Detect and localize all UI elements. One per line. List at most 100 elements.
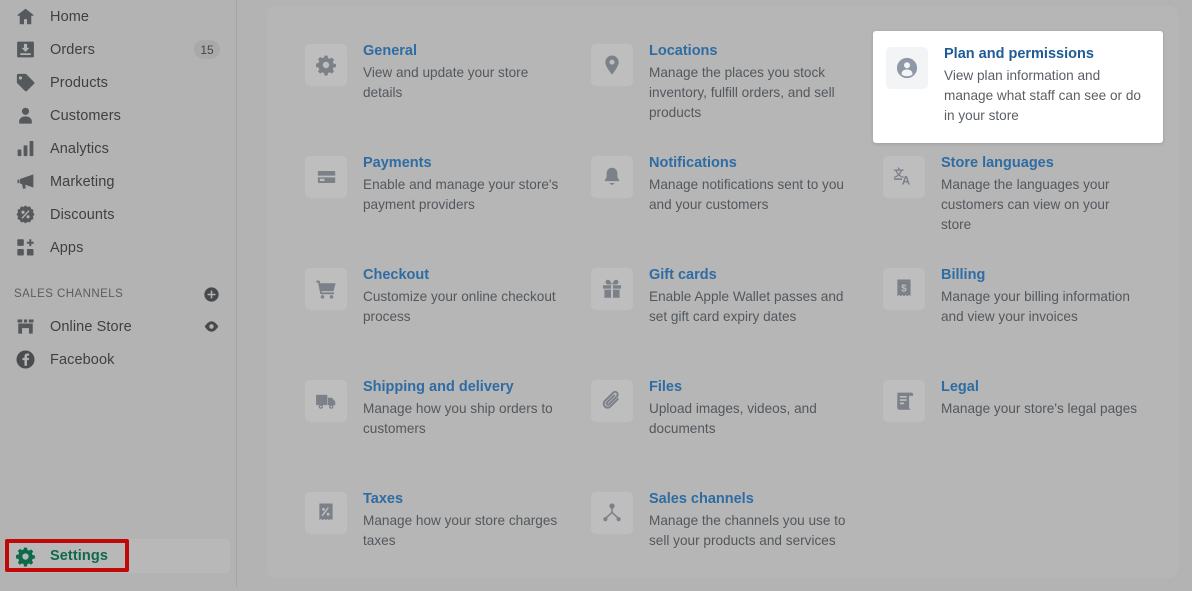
sidebar-item-apps[interactable]: Apps xyxy=(0,231,236,264)
settings-card-gift-cards[interactable]: Gift cards Enable Apple Wallet passes an… xyxy=(581,255,873,367)
card-title[interactable]: Legal xyxy=(941,379,1137,396)
card-title[interactable]: Notifications xyxy=(649,155,849,172)
discounts-icon xyxy=(14,204,36,226)
sidebar-item-label: Analytics xyxy=(50,140,109,157)
receipt-dollar-icon: $ xyxy=(883,268,925,310)
card-text: Shipping and delivery Manage how you shi… xyxy=(363,378,563,439)
card-title[interactable]: Plan and permissions xyxy=(944,46,1153,63)
card-description: Manage how your store charges taxes xyxy=(363,513,558,548)
card-text: Gift cards Enable Apple Wallet passes an… xyxy=(649,266,849,327)
card-description: Manage notifications sent to you and you… xyxy=(649,177,844,212)
card-title[interactable]: Taxes xyxy=(363,491,563,508)
card-description: View plan information and manage what st… xyxy=(944,68,1141,123)
card-title[interactable]: Files xyxy=(649,379,849,396)
sidebar-item-label: Facebook xyxy=(50,351,115,368)
card-text: Taxes Manage how your store charges taxe… xyxy=(363,490,563,551)
sales-channels-header: SALES CHANNELS xyxy=(0,278,236,310)
card-description: Enable Apple Wallet passes and set gift … xyxy=(649,289,844,324)
card-title[interactable]: Gift cards xyxy=(649,267,849,284)
card-text: Locations Manage the places you stock in… xyxy=(649,42,849,123)
sidebar-item-label: Marketing xyxy=(50,173,115,190)
person-circle-icon xyxy=(886,47,928,89)
shopping-cart-icon xyxy=(305,268,347,310)
card-title[interactable]: Payments xyxy=(363,155,563,172)
settings-card-legal[interactable]: Legal Manage your store's legal pages xyxy=(873,367,1163,479)
gear-icon xyxy=(305,44,347,86)
card-title[interactable]: Shipping and delivery xyxy=(363,379,563,396)
card-description: Manage how you ship orders to customers xyxy=(363,401,553,436)
card-text: Legal Manage your store's legal pages xyxy=(941,378,1137,419)
receipt-percent-icon xyxy=(305,492,347,534)
card-title[interactable]: Sales channels xyxy=(649,491,849,508)
eye-icon[interactable] xyxy=(202,318,220,336)
settings-card-general[interactable]: General View and update your store detai… xyxy=(295,31,581,143)
sidebar-item-discounts[interactable]: Discounts xyxy=(0,198,236,231)
settings-card-billing[interactable]: $ Billing Manage your billing informatio… xyxy=(873,255,1163,367)
sidebar-item-settings[interactable]: Settings xyxy=(14,539,108,573)
sidebar-item-online-store[interactable]: Online Store xyxy=(0,310,236,343)
settings-card-files[interactable]: Files Upload images, videos, and documen… xyxy=(581,367,873,479)
card-text: Billing Manage your billing information … xyxy=(941,266,1141,327)
scroll-document-icon xyxy=(883,380,925,422)
sidebar-item-label: Home xyxy=(50,8,90,25)
card-title[interactable]: Locations xyxy=(649,43,849,60)
settings-card-grid: General View and update your store detai… xyxy=(295,31,1163,591)
card-description: Enable and manage your store's payment p… xyxy=(363,177,559,212)
storefront-icon xyxy=(14,316,36,338)
sidebar-item-orders[interactable]: Orders 15 xyxy=(0,33,236,66)
sidebar-item-label: Orders xyxy=(50,41,95,58)
card-text: Notifications Manage notifications sent … xyxy=(649,154,849,215)
translate-icon: 文A xyxy=(883,156,925,198)
sidebar-item-label: Products xyxy=(50,74,109,91)
settings-card-locations[interactable]: Locations Manage the places you stock in… xyxy=(581,31,873,143)
settings-card-payments[interactable]: Payments Enable and manage your store's … xyxy=(295,143,581,255)
customers-icon xyxy=(14,105,36,127)
sidebar-item-customers[interactable]: Customers xyxy=(0,99,236,132)
facebook-icon xyxy=(14,349,36,371)
settings-card-notifications[interactable]: Notifications Manage notifications sent … xyxy=(581,143,873,255)
sidebar-item-marketing[interactable]: Marketing xyxy=(0,165,236,198)
card-description: Upload images, videos, and documents xyxy=(649,401,817,436)
card-title[interactable]: Billing xyxy=(941,267,1141,284)
settings-card-sales-channels[interactable]: Sales channels Manage the channels you u… xyxy=(581,479,873,591)
plus-circle-icon[interactable] xyxy=(202,285,220,303)
settings-card-store-languages[interactable]: 文A Store languages Manage the languages … xyxy=(873,143,1163,255)
card-description: Customize your online checkout process xyxy=(363,289,556,324)
bell-icon xyxy=(591,156,633,198)
card-description: Manage the places you stock inventory, f… xyxy=(649,65,835,120)
gift-icon xyxy=(591,268,633,310)
home-icon xyxy=(14,6,36,28)
sidebar-item-label: Customers xyxy=(50,107,121,124)
settings-card-taxes[interactable]: Taxes Manage how your store charges taxe… xyxy=(295,479,581,591)
sidebar: Home Orders 15 Products Customers Analyt… xyxy=(0,0,237,587)
card-title[interactable]: General xyxy=(363,43,563,60)
card-text: Checkout Customize your online checkout … xyxy=(363,266,563,327)
settings-content-panel: General View and update your store detai… xyxy=(267,6,1178,578)
sidebar-item-label: Apps xyxy=(50,239,84,256)
sidebar-item-facebook[interactable]: Facebook xyxy=(0,343,236,376)
sidebar-item-label: Discounts xyxy=(50,206,115,223)
gear-icon xyxy=(14,545,36,567)
card-title[interactable]: Store languages xyxy=(941,155,1141,172)
sidebar-item-analytics[interactable]: Analytics xyxy=(0,132,236,165)
card-description: Manage your store's legal pages xyxy=(941,401,1138,416)
sidebar-item-label: Settings xyxy=(50,548,108,564)
settings-card-shipping-and-delivery[interactable]: Shipping and delivery Manage how you shi… xyxy=(295,367,581,479)
sidebar-item-home[interactable]: Home xyxy=(0,0,236,33)
paperclip-icon xyxy=(591,380,633,422)
card-title[interactable]: Checkout xyxy=(363,267,563,284)
card-description: Manage the channels you use to sell your… xyxy=(649,513,846,548)
apps-icon xyxy=(14,237,36,259)
settings-row[interactable]: Settings xyxy=(0,539,237,573)
orders-count-badge: 15 xyxy=(194,40,220,59)
sidebar-item-products[interactable]: Products xyxy=(0,66,236,99)
marketing-icon xyxy=(14,171,36,193)
orders-icon xyxy=(14,39,36,61)
sales-channels-label: SALES CHANNELS xyxy=(14,288,124,300)
settings-card-checkout[interactable]: Checkout Customize your online checkout … xyxy=(295,255,581,367)
credit-card-icon xyxy=(305,156,347,198)
card-text: Sales channels Manage the channels you u… xyxy=(649,490,849,551)
settings-card-plan-and-permissions[interactable]: Plan and permissions View plan informati… xyxy=(873,31,1163,143)
card-description: Manage the languages your customers can … xyxy=(941,177,1110,232)
card-text: Payments Enable and manage your store's … xyxy=(363,154,563,215)
